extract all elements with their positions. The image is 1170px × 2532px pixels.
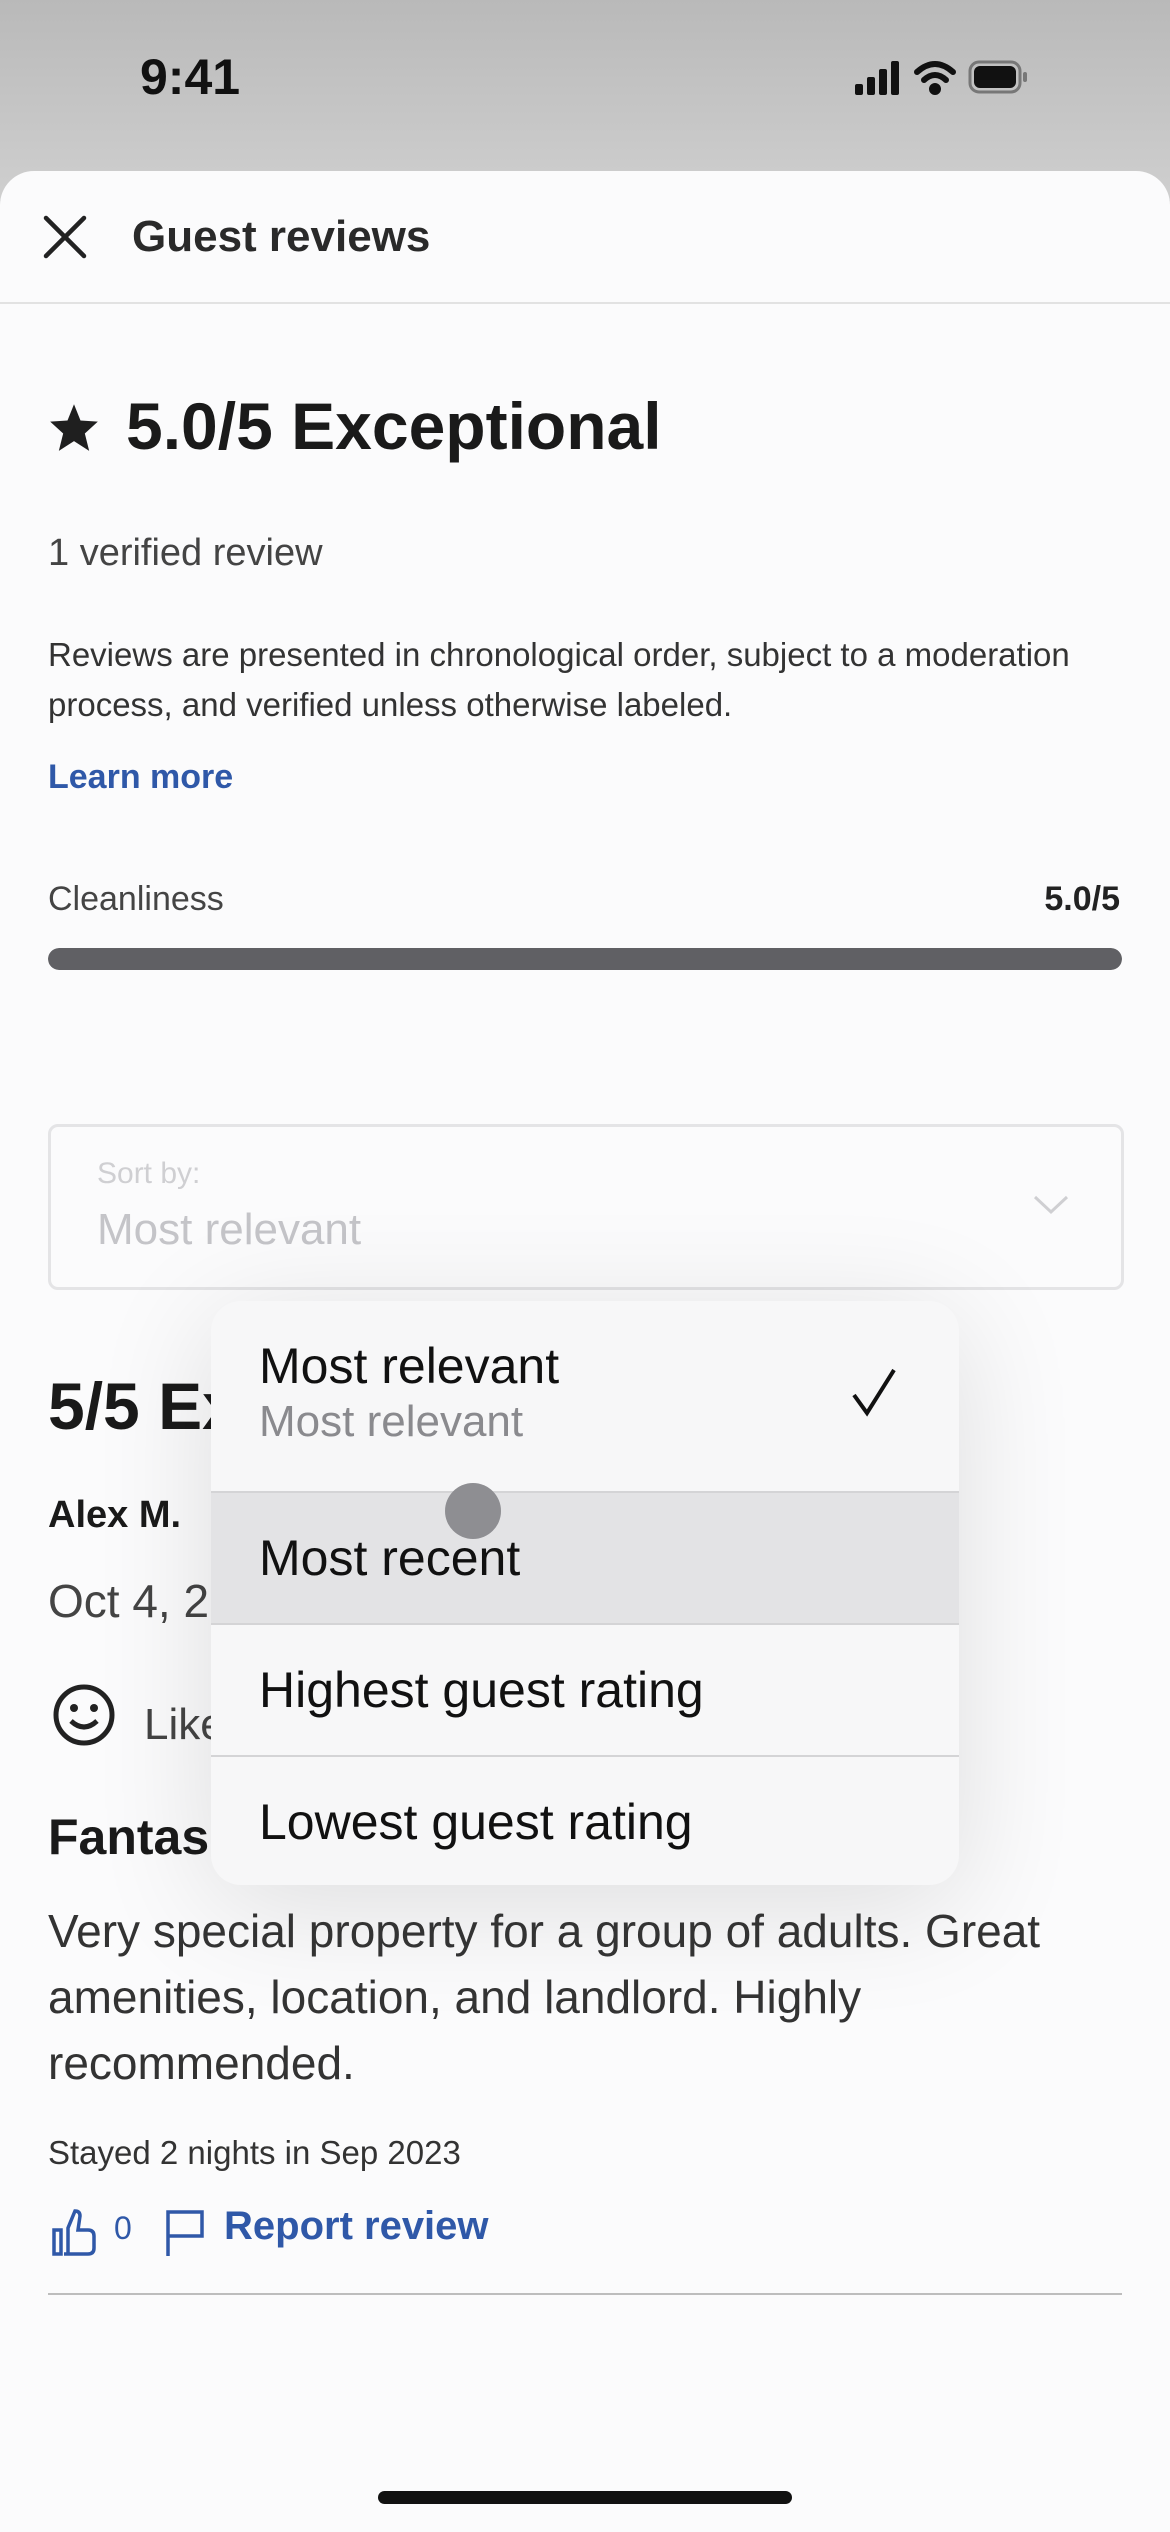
report-review-link[interactable]: Report review <box>224 2204 489 2249</box>
status-icons <box>855 60 1027 95</box>
signal-icon <box>855 61 899 95</box>
thumbs-up-icon[interactable] <box>50 2208 100 2258</box>
helpful-count: 0 <box>114 2210 132 2246</box>
menu-item-most-relevant[interactable]: Most relevant Most relevant <box>211 1301 959 1491</box>
wifi-icon <box>914 61 956 95</box>
review-date: Oct 4, 2 <box>48 1575 210 1627</box>
home-indicator[interactable] <box>378 2491 792 2504</box>
review-author: Alex M. <box>48 1494 182 1536</box>
learn-more-link[interactable]: Learn more <box>48 758 233 797</box>
menu-item-highest-rating[interactable]: Highest guest rating <box>211 1623 959 1755</box>
sort-label: Sort by: <box>97 1157 201 1190</box>
checkmark-icon <box>852 1368 896 1417</box>
cleanliness-bar <box>48 948 1122 970</box>
star-icon <box>50 404 98 451</box>
rating-title: 5.0/5 Exceptional <box>126 389 662 463</box>
menu-item-subtitle: Most relevant <box>259 1397 524 1446</box>
menu-item-label: Highest guest rating <box>259 1662 704 1718</box>
chevron-down-icon <box>1033 1195 1069 1215</box>
header-title: Guest reviews <box>132 212 431 261</box>
sort-select[interactable]: Sort by: Most relevant <box>48 1124 1124 1290</box>
header-divider <box>0 302 1170 304</box>
close-icon[interactable] <box>42 214 88 260</box>
review-title: Fantas <box>48 1809 210 1865</box>
sort-menu: Most relevant Most relevant Most recent … <box>211 1301 959 1885</box>
touch-indicator <box>445 1483 501 1539</box>
review-divider <box>48 2293 1122 2295</box>
battery-icon <box>968 60 1027 94</box>
category-label: Cleanliness <box>48 880 224 918</box>
verified-count: 1 verified review <box>48 532 323 574</box>
menu-item-label: Lowest guest rating <box>259 1794 693 1850</box>
menu-item-most-recent[interactable]: Most recent <box>211 1491 959 1623</box>
category-value: 5.0/5 <box>1044 880 1120 918</box>
menu-item-lowest-rating[interactable]: Lowest guest rating <box>211 1755 959 1885</box>
review-body: Very special property for a group of adu… <box>48 1905 1041 2089</box>
smiley-icon <box>53 1684 115 1746</box>
sort-value: Most relevant <box>97 1205 362 1254</box>
cleanliness-bar-fill <box>48 948 1122 970</box>
disclaimer: Reviews are presented in chronological o… <box>48 636 1070 723</box>
stay-info: Stayed 2 nights in Sep 2023 <box>48 2134 461 2171</box>
menu-item-label: Most relevant <box>259 1338 560 1394</box>
flag-icon[interactable] <box>164 2208 208 2258</box>
status-time: 9:41 <box>140 49 241 105</box>
